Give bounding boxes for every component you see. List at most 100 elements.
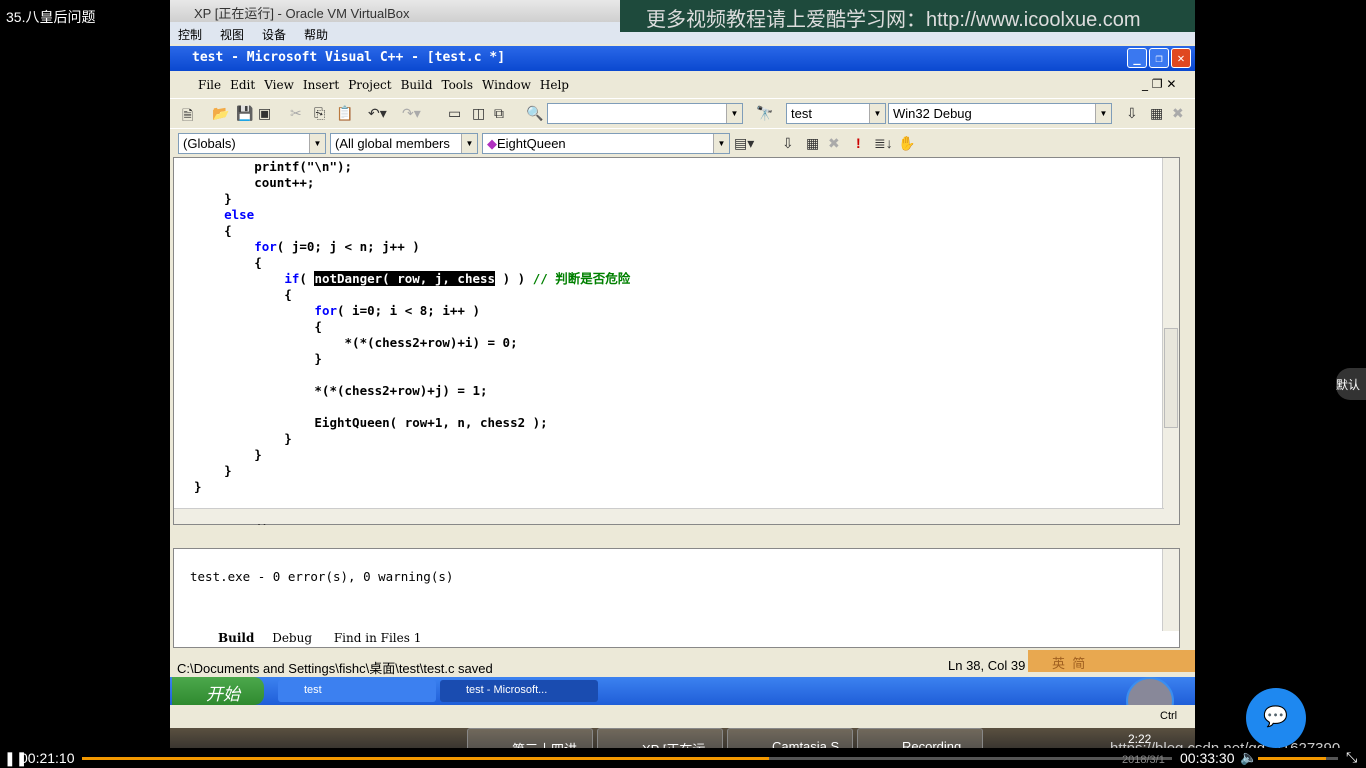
- menu-project[interactable]: Project: [348, 78, 391, 92]
- new-file-icon[interactable]: 🗎: [182, 105, 193, 129]
- code-line[interactable]: else: [194, 207, 630, 223]
- redo-icon[interactable]: ↷▾: [402, 105, 421, 122]
- menu-edit[interactable]: Edit: [230, 78, 255, 92]
- build-output-text: test.exe - 0 error(s), 0 warning(s): [190, 569, 454, 584]
- volume-icon[interactable]: 🔈: [1240, 749, 1257, 766]
- minimize-button[interactable]: _: [1127, 48, 1147, 68]
- vbox-menu-control[interactable]: 控制: [178, 28, 202, 42]
- tab-debug[interactable]: Debug: [272, 631, 312, 645]
- code-token: }: [194, 447, 262, 462]
- go-icon[interactable]: ≣↓: [874, 135, 893, 152]
- vbox-menu-help[interactable]: 帮助: [304, 28, 328, 42]
- tab-build[interactable]: Build: [218, 631, 254, 645]
- ime-toolbar[interactable]: 英 简: [1028, 650, 1195, 672]
- tab-find-in-files[interactable]: Find in Files 1: [334, 631, 421, 645]
- output-window-icon[interactable]: ◫: [472, 105, 485, 122]
- restore-button[interactable]: ❐: [1149, 48, 1169, 68]
- members-combo[interactable]: (All global members ▼: [330, 133, 478, 154]
- code-line[interactable]: }: [194, 351, 630, 367]
- open-icon[interactable]: 📂: [212, 105, 229, 122]
- close-button[interactable]: ✕: [1171, 48, 1191, 68]
- code-line[interactable]: }: [194, 479, 630, 495]
- code-token: printf("\n");: [194, 159, 353, 174]
- compile-icon[interactable]: ⇩: [1126, 105, 1138, 122]
- menu-tools[interactable]: Tools: [442, 78, 474, 92]
- code-text[interactable]: printf("\n"); count++; } else { for( j=0…: [194, 159, 630, 527]
- editor-horizontal-scrollbar[interactable]: [174, 508, 1164, 524]
- menu-file[interactable]: File: [198, 78, 221, 92]
- class-combo[interactable]: (Globals) ▼: [178, 133, 326, 154]
- editor-vertical-scrollbar[interactable]: [1162, 158, 1179, 524]
- menu-build[interactable]: Build: [401, 78, 433, 92]
- code-token: else: [224, 207, 255, 222]
- output-scrollbar[interactable]: [1162, 549, 1179, 631]
- menu-bar: File Edit View Insert Project Build Tools Windo…: [170, 72, 1195, 98]
- w7-item-ppt[interactable]: 第三十四讲 ...: [467, 728, 593, 748]
- find-in-files-icon[interactable]: 🔍: [526, 105, 543, 122]
- paste-icon[interactable]: 📋: [336, 105, 353, 122]
- stop-build-icon-2[interactable]: ✖: [828, 135, 840, 152]
- code-line[interactable]: for( i=0; i < 8; i++ ): [194, 303, 630, 319]
- code-line[interactable]: }: [194, 431, 630, 447]
- project-combo[interactable]: test ▼: [786, 103, 886, 124]
- code-line[interactable]: *(*(chess2+row)+j) = 1;: [194, 383, 630, 399]
- code-editor[interactable]: printf("\n"); count++; } else { for( j=0…: [173, 157, 1180, 527]
- standard-toolbar: 🗎 📂 💾 ▣ ✂ ⎘ 📋 ↶▾ ↷▾ ▭ ◫ ⧉ 🔍 ▼ 🔭 test ▼ Wi…: [170, 98, 1195, 128]
- build-icon-2[interactable]: ▦: [806, 135, 819, 152]
- cut-icon[interactable]: ✂: [290, 105, 302, 122]
- undo-icon[interactable]: ↶▾: [368, 105, 387, 122]
- code-line[interactable]: if( notDanger( row, j, chess ) ) // 判断是否…: [194, 271, 630, 287]
- code-line[interactable]: ​: [194, 367, 630, 383]
- stop-build-icon[interactable]: ✖: [1172, 105, 1184, 122]
- menu-view[interactable]: View: [264, 78, 294, 92]
- execute-icon[interactable]: !: [856, 135, 861, 151]
- code-line[interactable]: count++;: [194, 175, 630, 191]
- menu-window[interactable]: Window: [482, 78, 531, 92]
- code-line[interactable]: for( j=0; j < n; j++ ): [194, 239, 630, 255]
- workspace-icon[interactable]: ▭: [448, 105, 461, 122]
- menu-help[interactable]: Help: [540, 78, 569, 92]
- function-combo[interactable]: ◆EightQueen ▼: [482, 133, 730, 154]
- fullscreen-exit-icon[interactable]: ⤡: [1346, 749, 1357, 766]
- wizard-action-icon[interactable]: ▤▾: [734, 135, 754, 152]
- code-line[interactable]: {: [194, 319, 630, 335]
- save-icon[interactable]: 💾: [236, 105, 253, 122]
- code-line[interactable]: }: [194, 447, 630, 463]
- code-line[interactable]: EightQueen( row+1, n, chess2 );: [194, 415, 630, 431]
- code-line[interactable]: *(*(chess2+row)+i) = 0;: [194, 335, 630, 351]
- code-line[interactable]: }: [194, 463, 630, 479]
- code-line[interactable]: printf("\n");: [194, 159, 630, 175]
- volume-slider[interactable]: [1258, 757, 1338, 760]
- code-token: ( j=0; j < n; j++ ): [276, 239, 420, 254]
- mdi-controls[interactable]: _ ❐ ✕: [1142, 77, 1176, 91]
- taskbar-item-vc[interactable]: test - Microsoft...: [440, 680, 598, 702]
- build-icon[interactable]: ▦: [1150, 105, 1163, 122]
- copy-icon[interactable]: ⎘: [314, 105, 325, 122]
- save-all-icon[interactable]: ▣: [258, 105, 271, 122]
- config-combo[interactable]: Win32 Debug ▼: [888, 103, 1112, 124]
- w7-item-vbox[interactable]: XP [正在运...: [597, 728, 723, 748]
- code-line[interactable]: {: [194, 255, 630, 271]
- breakpoint-hand-icon[interactable]: ✋: [898, 135, 915, 152]
- code-line[interactable]: }: [194, 191, 630, 207]
- find-combo[interactable]: ▼: [547, 103, 743, 124]
- vbox-menu-view[interactable]: 视图: [220, 28, 244, 42]
- taskbar-item-test-folder[interactable]: test: [278, 680, 436, 702]
- search-binoculars-icon[interactable]: 🔭: [756, 105, 773, 122]
- window-list-icon[interactable]: ⧉: [494, 105, 504, 122]
- vbox-menu-devices[interactable]: 设备: [262, 28, 286, 42]
- code-line[interactable]: ​: [194, 399, 630, 415]
- start-button[interactable]: 开始: [172, 677, 264, 705]
- code-line[interactable]: {: [194, 287, 630, 303]
- chat-button[interactable]: 💬: [1246, 688, 1306, 748]
- seek-bar[interactable]: [82, 757, 1172, 760]
- code-line[interactable]: {: [194, 223, 630, 239]
- w7-item-camtasia[interactable]: Camtasia S...: [727, 728, 853, 748]
- w7-item-recording[interactable]: Recording...: [857, 728, 983, 748]
- quality-button[interactable]: 默认: [1336, 368, 1366, 400]
- menu-insert[interactable]: Insert: [303, 78, 339, 92]
- compile-icon-2[interactable]: ⇩: [782, 135, 794, 152]
